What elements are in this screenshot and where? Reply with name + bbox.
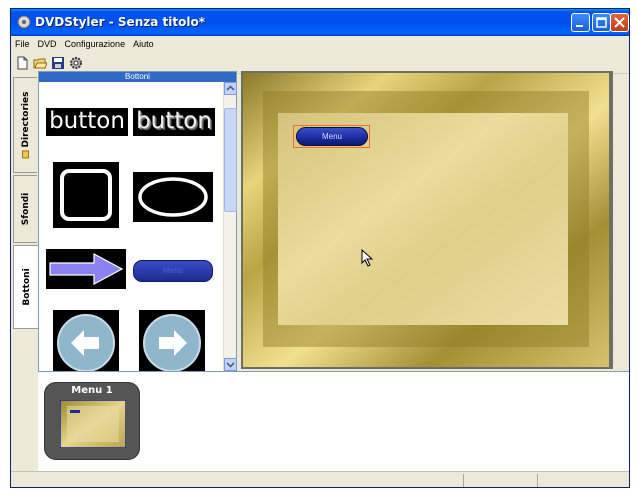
scroll-down-button[interactable] — [224, 358, 237, 371]
tab-sfondi-label: Sfondi — [20, 192, 31, 226]
open-folder-icon[interactable] — [33, 56, 47, 70]
new-file-icon[interactable] — [15, 56, 29, 70]
close-icon — [614, 17, 625, 28]
scroll-thumb[interactable] — [224, 108, 237, 212]
minimize-button[interactable] — [571, 13, 590, 32]
arrow-shape — [49, 252, 124, 286]
menus-strip: Menu 1 — [38, 371, 629, 471]
scroll-up-button[interactable] — [224, 82, 237, 95]
mouse-cursor-icon — [361, 249, 374, 267]
button-item-text-shadow[interactable]: button — [133, 108, 215, 136]
status-separator — [537, 474, 538, 487]
settings-icon[interactable] — [69, 56, 83, 70]
button-item-rounded-square[interactable] — [53, 162, 119, 228]
menu-bar: File DVD Configurazione Aiuto — [11, 36, 629, 54]
tab-directories[interactable]: Directories — [13, 77, 37, 173]
status-separator — [463, 474, 464, 487]
tab-bottoni-label: Bottoni — [22, 268, 32, 306]
button-item-menu-pill[interactable]: Menu — [133, 260, 213, 282]
button-item-menu-pill-label: Menu — [162, 266, 183, 275]
button-item-ellipse[interactable] — [133, 172, 213, 222]
panel-header: Bottoni — [39, 72, 236, 82]
menu-file[interactable]: File — [11, 36, 34, 49]
button-item-text-label: button — [49, 108, 125, 134]
chevron-up-icon — [226, 85, 235, 91]
button-item-circle-right[interactable] — [139, 310, 205, 372]
gold-background — [241, 71, 613, 369]
app-window: DVDStyler - Senza titolo* File DVD Configu… — [10, 8, 630, 488]
minimize-icon — [576, 25, 583, 27]
menu-canvas[interactable]: Menu — [241, 71, 613, 369]
menu-button[interactable]: Menu — [296, 127, 368, 146]
button-item-text[interactable]: button — [46, 108, 128, 136]
tab-bottoni[interactable]: Bottoni — [13, 245, 40, 329]
status-bar — [11, 471, 629, 487]
menu-aiuto[interactable]: Aiuto — [129, 36, 158, 49]
maximize-icon — [596, 17, 607, 28]
title-bar[interactable]: DVDStyler - Senza titolo* — [11, 9, 629, 36]
buttons-panel: Bottoni button button Menu — [38, 71, 237, 372]
ellipse-shape — [138, 177, 208, 217]
menu-dvd[interactable]: DVD — [34, 36, 61, 49]
tab-sfondi[interactable]: Sfondi — [13, 175, 37, 243]
button-item-arrow[interactable] — [46, 249, 126, 289]
tab-directories-label: Directories — [21, 92, 31, 159]
chevron-down-icon — [226, 362, 235, 368]
menu-thumbnail-preview — [60, 400, 126, 448]
circle-arrow-right-icon — [143, 314, 201, 372]
panel-scrollbar[interactable] — [223, 82, 237, 371]
folder-icon — [21, 150, 29, 159]
menu-thumbnail[interactable]: Menu 1 — [44, 382, 140, 460]
menu-thumbnail-label: Menu 1 — [71, 385, 113, 396]
rounded-square-shape — [60, 169, 112, 221]
menu-configurazione[interactable]: Configurazione — [61, 36, 130, 49]
save-icon[interactable] — [51, 56, 65, 70]
app-icon — [17, 15, 31, 29]
maximize-button[interactable] — [592, 13, 611, 32]
button-item-circle-left[interactable] — [53, 310, 119, 372]
close-button[interactable] — [610, 13, 629, 32]
window-title: DVDStyler - Senza titolo* — [35, 15, 205, 29]
side-tabs: Directories Sfondi Bottoni — [11, 73, 40, 373]
circle-arrow-left-icon — [57, 314, 115, 372]
button-item-text-shadow-label: button — [136, 108, 212, 134]
